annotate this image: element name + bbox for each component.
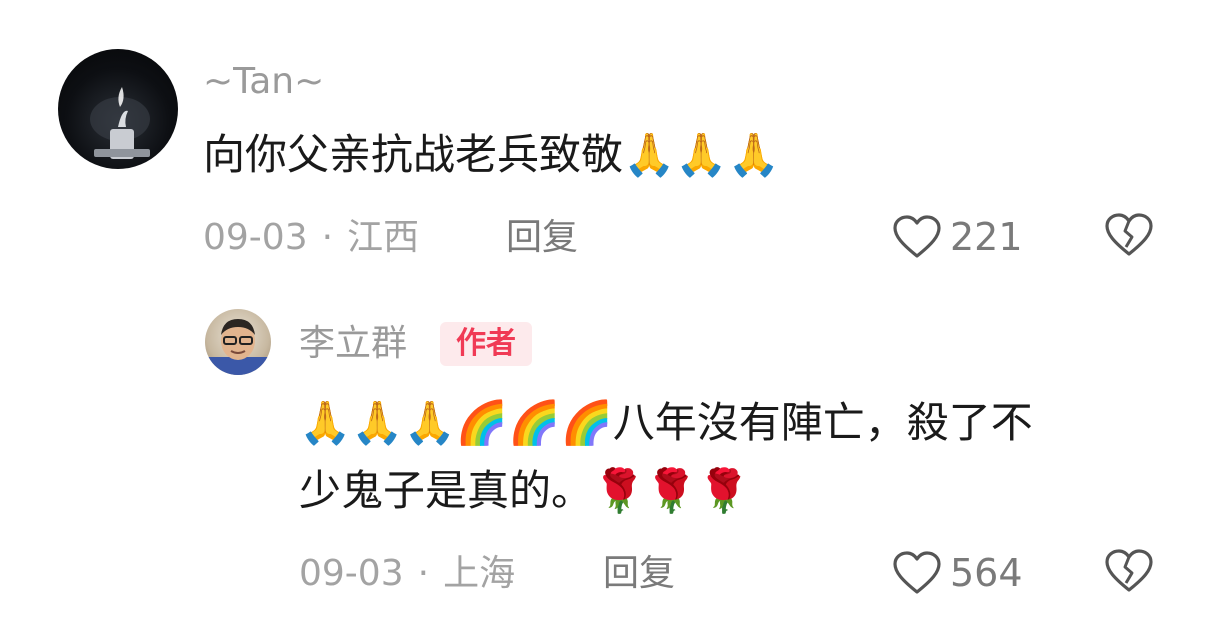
comment-thread: ~Tan~ 向你父亲抗战老兵致敬🙏🙏🙏 09-03 · 江西 回复 221 李立群 …: [0, 0, 1216, 635]
comment-location: 江西: [347, 217, 420, 258]
meta-separator: ·: [417, 553, 430, 594]
reply-avatar[interactable]: [205, 309, 271, 375]
reply-location: 上海: [443, 553, 516, 594]
reply-meta: 09-03 · 上海: [299, 554, 515, 594]
author-badge: 作者: [440, 322, 532, 366]
heart-outline-icon: [893, 215, 941, 258]
avatar[interactable]: [58, 49, 178, 169]
man-avatar-icon: [205, 319, 271, 375]
reply-text-line2: 少鬼子是真的。🌹🌹🌹: [299, 466, 750, 515]
comment-text: 向你父亲抗战老兵致敬🙏🙏🙏: [203, 130, 780, 179]
dislike-button[interactable]: [1104, 212, 1154, 262]
reply-text-line1: 🙏🙏🙏🌈🌈🌈八年沒有陣亡，殺了不: [299, 398, 1033, 447]
comment-date: 09-03: [203, 217, 308, 258]
reply-reply-button[interactable]: 回复: [603, 554, 675, 594]
like-button[interactable]: 221: [892, 214, 1023, 260]
broken-heart-icon: [1105, 549, 1153, 592]
like-count: 221: [950, 215, 1023, 259]
meta-separator: ·: [321, 217, 334, 258]
reply-dislike-button[interactable]: [1104, 548, 1154, 598]
broken-heart-icon: [1105, 213, 1153, 256]
reply-username[interactable]: 李立群: [299, 324, 407, 364]
reply-button[interactable]: 回复: [506, 218, 578, 258]
comment-meta: 09-03 · 江西: [203, 218, 419, 258]
comment-username[interactable]: ~Tan~: [203, 62, 324, 102]
reply-date: 09-03: [299, 553, 404, 594]
heart-outline-icon: [893, 551, 941, 594]
candle-avatar-icon: [90, 87, 150, 159]
reply-like-count: 564: [950, 551, 1023, 595]
reply-like-button[interactable]: 564: [892, 550, 1023, 596]
